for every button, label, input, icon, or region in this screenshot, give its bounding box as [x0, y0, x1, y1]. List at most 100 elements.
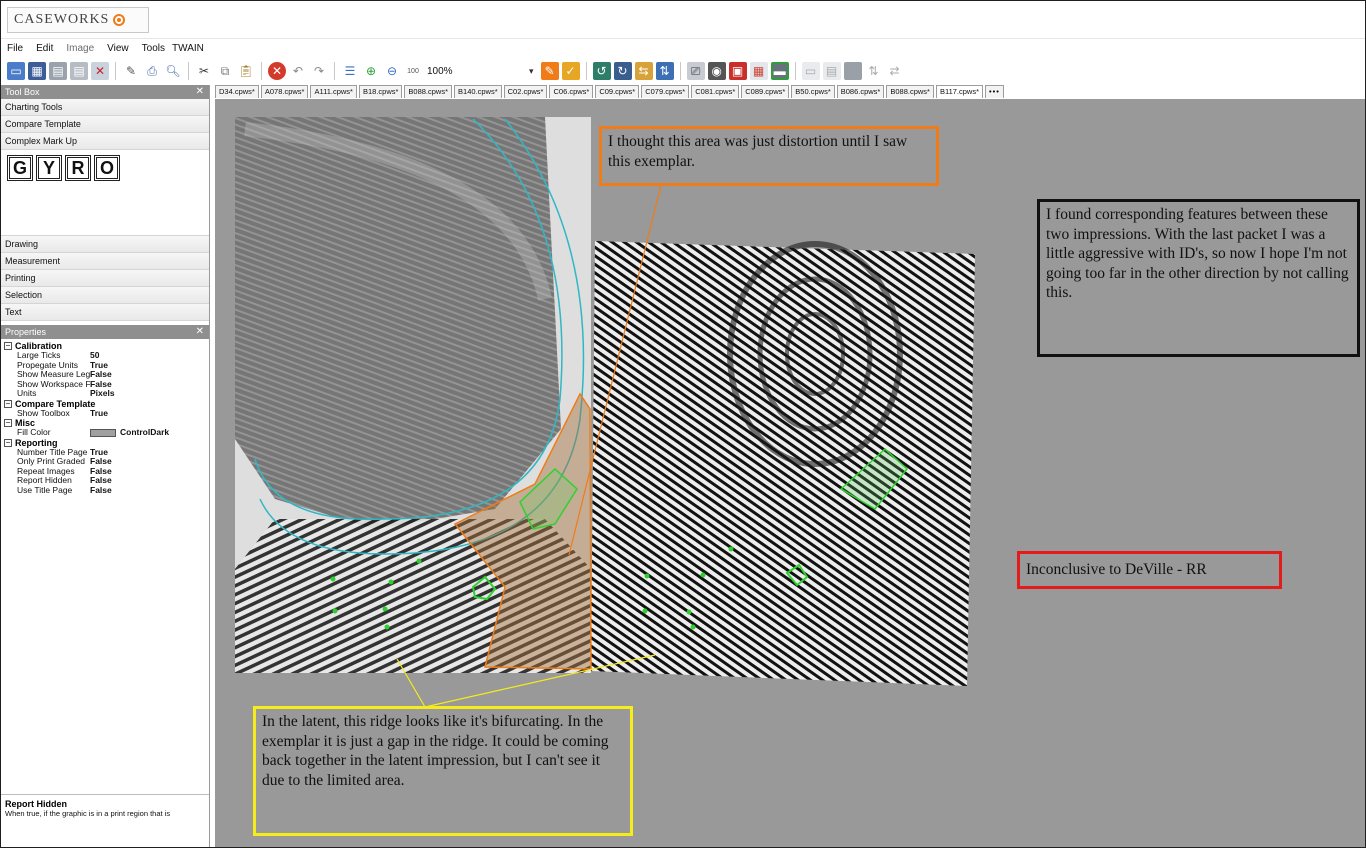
copy-button[interactable]: ⧉: [216, 62, 234, 80]
tab-c06[interactable]: C06.cpws*: [549, 85, 594, 98]
new-workspace-button[interactable]: ▭: [7, 62, 25, 80]
property-name: Fill Color: [17, 428, 51, 437]
menu-image[interactable]: Image: [66, 41, 94, 57]
tab-b117-active[interactable]: B117.cpws*: [935, 85, 984, 98]
property-category[interactable]: − Calibration: [1, 341, 209, 351]
collapse-icon[interactable]: −: [4, 438, 12, 447]
tab-a078[interactable]: A078.cpws*: [260, 85, 309, 98]
collapse-icon[interactable]: −: [4, 399, 12, 408]
layout-icon[interactable]: ▭: [801, 62, 820, 80]
print-button[interactable]: ⎙: [143, 62, 161, 80]
tools-icon[interactable]: ✎: [122, 62, 140, 80]
toolbox-compare-template[interactable]: Compare Template: [1, 116, 209, 133]
tab-b50[interactable]: B50.cpws*: [791, 85, 835, 98]
property-category[interactable]: − Misc: [1, 418, 209, 428]
description-title: Report Hidden: [5, 799, 67, 809]
close-icon[interactable]: ✕: [196, 325, 204, 339]
property-row[interactable]: Use Title Page False: [1, 485, 209, 496]
zoom-out-icon[interactable]: ⊖: [383, 62, 401, 80]
tab-c09[interactable]: C09.cpws*: [595, 85, 640, 98]
property-value[interactable]: Pixels: [90, 388, 115, 399]
tab-b140[interactable]: B140.cpws*: [454, 85, 502, 98]
property-row[interactable]: Show Toolbox True: [1, 408, 209, 419]
block-icon[interactable]: ▮: [843, 62, 862, 80]
tab-c02[interactable]: C02.cpws*: [503, 85, 548, 98]
cut-button[interactable]: ✂: [195, 62, 213, 80]
menu-tools[interactable]: Tools: [142, 41, 165, 57]
collapse-icon[interactable]: −: [4, 419, 12, 427]
property-value[interactable]: False: [90, 485, 112, 496]
menu-twain[interactable]: TWAIN: [172, 41, 204, 57]
more-tabs-button[interactable]: •••: [985, 85, 1004, 98]
property-row[interactable]: Units Pixels: [1, 388, 209, 399]
zoom-dropdown[interactable]: ▾: [458, 62, 538, 80]
red-annotation[interactable]: Inconclusive to DeVille - RR: [1017, 551, 1282, 589]
rotate-right-icon[interactable]: ↻: [613, 62, 632, 80]
tab-b18[interactable]: B18.cpws*: [358, 85, 403, 98]
orange-annotation[interactable]: I thought this area was just distortion …: [599, 126, 939, 186]
collapse-icon[interactable]: −: [4, 342, 12, 350]
redo-icon[interactable]: ↷: [310, 62, 328, 80]
toolbar-separator: [261, 62, 262, 80]
grid-icon[interactable]: ▦: [749, 62, 768, 80]
save-button[interactable]: ▤: [49, 62, 67, 80]
ruler-icon[interactable]: ▬: [770, 62, 789, 80]
import-image-icon[interactable]: ▣: [728, 62, 747, 80]
tab-b088-2[interactable]: B088.cpws*: [886, 85, 934, 98]
property-name: Only Print Graded: [17, 457, 86, 466]
zoom-in-icon[interactable]: ⊕: [362, 62, 380, 80]
edit-notes-icon[interactable]: ✎: [540, 62, 559, 80]
toolbox-charting-tools[interactable]: Charting Tools: [1, 99, 209, 116]
exemplar-print-image[interactable]: [591, 241, 975, 686]
toolbox-text[interactable]: Text: [1, 304, 209, 321]
sort-icon[interactable]: ⇅: [864, 62, 883, 80]
tab-c079[interactable]: C079.cpws*: [641, 85, 690, 98]
toolbox-selection[interactable]: Selection: [1, 287, 209, 304]
delete-icon[interactable]: ✕: [268, 62, 286, 80]
property-value[interactable]: True: [90, 408, 108, 419]
toolbox-complex-markup[interactable]: Complex Mark Up: [1, 133, 209, 150]
tab-c081[interactable]: C081.cpws*: [691, 85, 740, 98]
zoom-100-icon[interactable]: 100: [404, 62, 422, 80]
report-icon[interactable]: ▤: [822, 62, 841, 80]
category-label: Reporting: [15, 437, 58, 448]
fit-width-icon[interactable]: ☰: [341, 62, 359, 80]
gyro-r-button[interactable]: R: [65, 155, 91, 181]
print-preview-button[interactable]: 🔍︎: [164, 62, 182, 80]
close-icon[interactable]: ✕: [196, 85, 204, 99]
toolbox-drawing[interactable]: Drawing: [1, 236, 209, 253]
comparison-canvas[interactable]: I thought this area was just distortion …: [215, 99, 1365, 847]
menu-file[interactable]: File: [7, 41, 23, 57]
gyro-o-button[interactable]: O: [94, 155, 120, 181]
property-row[interactable]: Fill Color ControlDark: [1, 427, 209, 438]
black-annotation[interactable]: I found corresponding features between t…: [1037, 199, 1360, 357]
camera-icon[interactable]: ◉: [707, 62, 726, 80]
toolbox-measurement[interactable]: Measurement: [1, 253, 209, 270]
close-workspace-button[interactable]: ✕: [91, 62, 109, 80]
open-template-button[interactable]: ▦: [28, 62, 46, 80]
tab-c089[interactable]: C089.cpws*: [741, 85, 790, 98]
scan-icon[interactable]: ⎚: [686, 62, 705, 80]
property-category[interactable]: − Compare Template: [1, 399, 209, 409]
gyro-y-button[interactable]: Y: [36, 155, 62, 181]
edit-notes-check-icon[interactable]: ✓: [561, 62, 580, 80]
tab-b088[interactable]: B088.cpws*: [404, 85, 453, 98]
menu-edit[interactable]: Edit: [36, 41, 53, 57]
tab-a111[interactable]: A111.cpws*: [310, 85, 357, 98]
mirror-icon[interactable]: ⇅: [655, 62, 674, 80]
toolbox-printing[interactable]: Printing: [1, 270, 209, 287]
gyro-g-button[interactable]: G: [7, 155, 33, 181]
tab-b086[interactable]: B086.cpws*: [836, 85, 885, 98]
paste-button[interactable]: 📋︎: [237, 62, 255, 80]
property-value: ControlDark: [120, 427, 170, 437]
rotate-left-icon[interactable]: ↺: [592, 62, 611, 80]
flip-icon[interactable]: ⇆: [634, 62, 653, 80]
yellow-annotation[interactable]: In the latent, this ridge looks like it'…: [253, 706, 633, 836]
undo-icon[interactable]: ↶: [289, 62, 307, 80]
save-as-button[interactable]: ▤: [70, 62, 88, 80]
fill-color-value[interactable]: ControlDark: [90, 427, 170, 438]
tab-d34[interactable]: D34.cpws*: [215, 85, 259, 98]
menu-view[interactable]: View: [107, 41, 129, 57]
swap-icon[interactable]: ⇄: [885, 62, 904, 80]
property-category[interactable]: − Reporting: [1, 438, 209, 448]
